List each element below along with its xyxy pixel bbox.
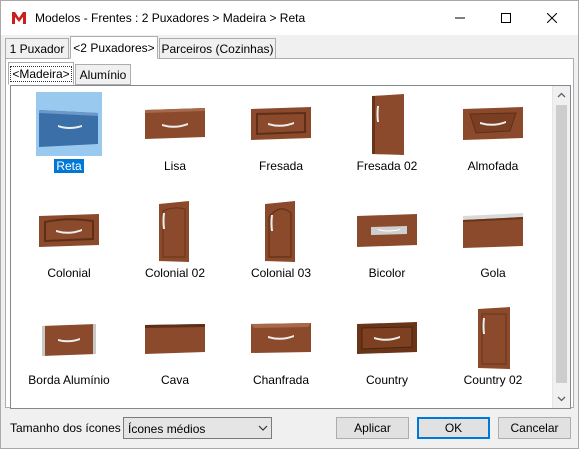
item-label: Chanfrada [252, 373, 310, 387]
door-icon [463, 107, 523, 140]
door-thumbnail [142, 306, 208, 370]
icon-size-value: Ícones médios [128, 422, 206, 436]
door-thumbnail [354, 92, 420, 156]
item-label: Fresada [258, 159, 304, 173]
door-thumbnail [36, 199, 102, 263]
door-icon [251, 107, 311, 140]
subtab-aluminio[interactable]: Alumínio [75, 64, 131, 85]
item-label: Fresada 02 [356, 159, 418, 173]
list-item-chanfrada[interactable]: Chanfrada [228, 302, 334, 402]
door-icon [145, 108, 205, 139]
list-item-fresada[interactable]: Fresada [228, 88, 334, 188]
m-logo-icon [12, 12, 26, 24]
door-icon [478, 307, 510, 369]
door-icon [159, 201, 189, 262]
list-item-colonial-02[interactable]: Colonial 02 [122, 195, 228, 295]
list-item-country-02[interactable]: Country 02 [440, 302, 546, 402]
door-thumbnail [248, 306, 314, 370]
maximize-icon [501, 13, 511, 23]
icon-size-label: Tamanho dos ícones [10, 421, 121, 435]
vertical-scrollbar[interactable] [552, 86, 570, 408]
tab-2-puxadores[interactable]: <2 Puxadores> [70, 36, 158, 59]
apply-button[interactable]: Aplicar [336, 417, 409, 439]
item-label: Colonial [47, 266, 91, 280]
chevron-down-icon [258, 425, 268, 431]
scroll-up-button[interactable] [553, 86, 570, 103]
item-label: Almofada [467, 159, 519, 173]
item-label: Colonial 03 [250, 266, 312, 280]
door-thumbnail [142, 199, 208, 263]
window-title: Modelos - Frentes : 2 Puxadores > Madeir… [35, 11, 306, 25]
door-thumbnail [354, 306, 420, 370]
item-label: Country 02 [463, 373, 523, 387]
item-label: Borda Alumínio [28, 373, 110, 387]
item-label: Lisa [163, 159, 186, 173]
title-bar: Modelos - Frentes : 2 Puxadores > Madeir… [1, 1, 578, 35]
item-label: Colonial 02 [144, 266, 206, 280]
item-label: Bicolor [368, 266, 406, 280]
item-label: Gola [480, 266, 506, 280]
list-item-cava[interactable]: Cava [122, 302, 228, 402]
door-thumbnail [248, 92, 314, 156]
list-item-colonial[interactable]: Colonial [16, 195, 122, 295]
minimize-icon [455, 17, 465, 19]
item-label: Country [365, 373, 409, 387]
door-thumbnail [460, 92, 526, 156]
item-label: Cava [160, 373, 189, 387]
list-item-reta[interactable]: Reta [16, 88, 122, 188]
door-icon [357, 214, 417, 247]
door-thumbnail [460, 306, 526, 370]
scroll-thumb[interactable] [556, 105, 567, 383]
minimize-button[interactable] [437, 1, 483, 35]
ok-button[interactable]: OK [417, 417, 490, 439]
models-dialog: Modelos - Frentes : 2 Puxadores > Madeir… [0, 0, 579, 449]
door-icon [265, 201, 295, 262]
door-icon [251, 323, 311, 353]
list-item-lisa[interactable]: Lisa [122, 88, 228, 188]
chevron-up-icon [557, 92, 566, 97]
list-item-country[interactable]: Country [334, 302, 440, 402]
door-icon [39, 110, 98, 147]
list-item-almofada[interactable]: Almofada [440, 88, 546, 188]
door-icon [463, 213, 523, 248]
list-item-fresada-02[interactable]: Fresada 02 [334, 88, 440, 188]
door-thumbnail [142, 92, 208, 156]
door-icon [372, 94, 404, 155]
close-icon [547, 13, 557, 23]
door-thumbnail [354, 199, 420, 263]
door-icon [39, 214, 99, 247]
list-item-gola[interactable]: Gola [440, 195, 546, 295]
chevron-down-icon [557, 396, 566, 401]
door-thumbnail [36, 92, 102, 156]
list-item-borda-aluminio[interactable]: Borda Alumínio [16, 302, 122, 402]
scroll-down-button[interactable] [553, 390, 570, 407]
item-label: Reta [53, 158, 85, 174]
door-icon [357, 322, 417, 354]
door-thumbnail [460, 199, 526, 263]
door-thumbnail [248, 199, 314, 263]
door-icon [145, 324, 205, 354]
door-thumbnail [36, 306, 102, 370]
list-item-bicolor[interactable]: Bicolor [334, 195, 440, 295]
models-list: Reta Lisa Fresada Fresada 02 Almofada Co… [10, 85, 571, 409]
tab-1-puxador[interactable]: 1 Puxador [5, 38, 69, 59]
cancel-button[interactable]: Cancelar [498, 417, 571, 439]
door-icon [42, 324, 96, 356]
close-button[interactable] [529, 1, 575, 35]
maximize-button[interactable] [483, 1, 529, 35]
subtab-madeira[interactable]: <Madeira> [8, 62, 74, 85]
tab-parceiros[interactable]: Parceiros (Cozinhas) [159, 38, 276, 59]
icon-size-select[interactable]: Ícones médios [123, 417, 272, 439]
list-item-colonial-03[interactable]: Colonial 03 [228, 195, 334, 295]
